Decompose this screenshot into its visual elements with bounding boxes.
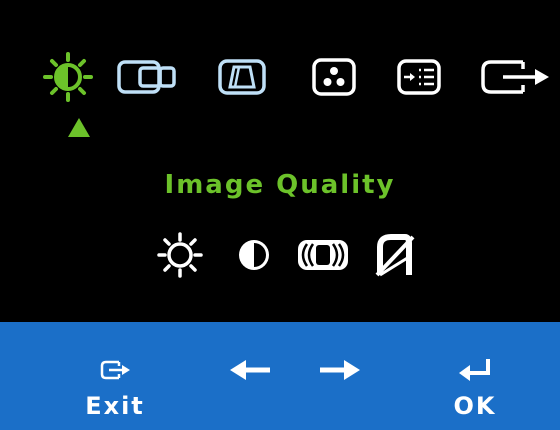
color-icon: [312, 58, 356, 96]
brightness-category-button[interactable]: [36, 46, 100, 108]
exit-button[interactable]: Exit: [80, 322, 150, 430]
menu-title: Image Quality: [164, 170, 396, 200]
left-arrow-icon: [230, 360, 270, 380]
input-source-category-button[interactable]: [114, 46, 180, 108]
enter-icon: [459, 359, 490, 381]
color-category-button[interactable]: [306, 46, 362, 108]
osd-menu: Image Quality Exit OK: [0, 0, 560, 430]
left-arrow-button[interactable]: [220, 322, 280, 430]
left-arrow-icon-wrapper: [228, 356, 272, 384]
right-arrow-icon-wrapper: [318, 356, 362, 384]
ok-label: OK: [453, 392, 497, 420]
exit-to-icon: [481, 60, 549, 94]
submenu-toolbar: [0, 225, 560, 285]
geometry-category-button[interactable]: [214, 46, 270, 108]
input-source-icon: [117, 60, 176, 94]
sharpness-icon: [375, 234, 415, 277]
ok-button[interactable]: OK: [445, 322, 505, 430]
footer-controls: Exit OK: [0, 322, 560, 430]
geometry-icon: [218, 59, 266, 95]
selection-indicator: [68, 118, 90, 137]
brightness-setting-button[interactable]: [152, 225, 208, 285]
right-arrow-icon: [320, 360, 360, 380]
brightness-icon: [43, 52, 93, 102]
focus-icon: [298, 240, 348, 270]
settings-category-button[interactable]: [391, 46, 447, 108]
contrast-icon: [239, 240, 269, 270]
focus-setting-button[interactable]: [292, 225, 354, 285]
right-arrow-button[interactable]: [310, 322, 370, 430]
enter-icon-wrapper: [457, 356, 493, 384]
exit-to-category-button[interactable]: [476, 46, 556, 108]
settings-icon: [397, 59, 441, 95]
exit-icon-wrapper: [99, 356, 131, 384]
exit-icon: [100, 360, 130, 380]
sharpness-setting-button[interactable]: [366, 225, 422, 285]
category-toolbar: [36, 46, 556, 108]
exit-label: Exit: [85, 392, 145, 420]
brightness-icon: [157, 232, 203, 278]
contrast-setting-button[interactable]: [228, 225, 280, 285]
